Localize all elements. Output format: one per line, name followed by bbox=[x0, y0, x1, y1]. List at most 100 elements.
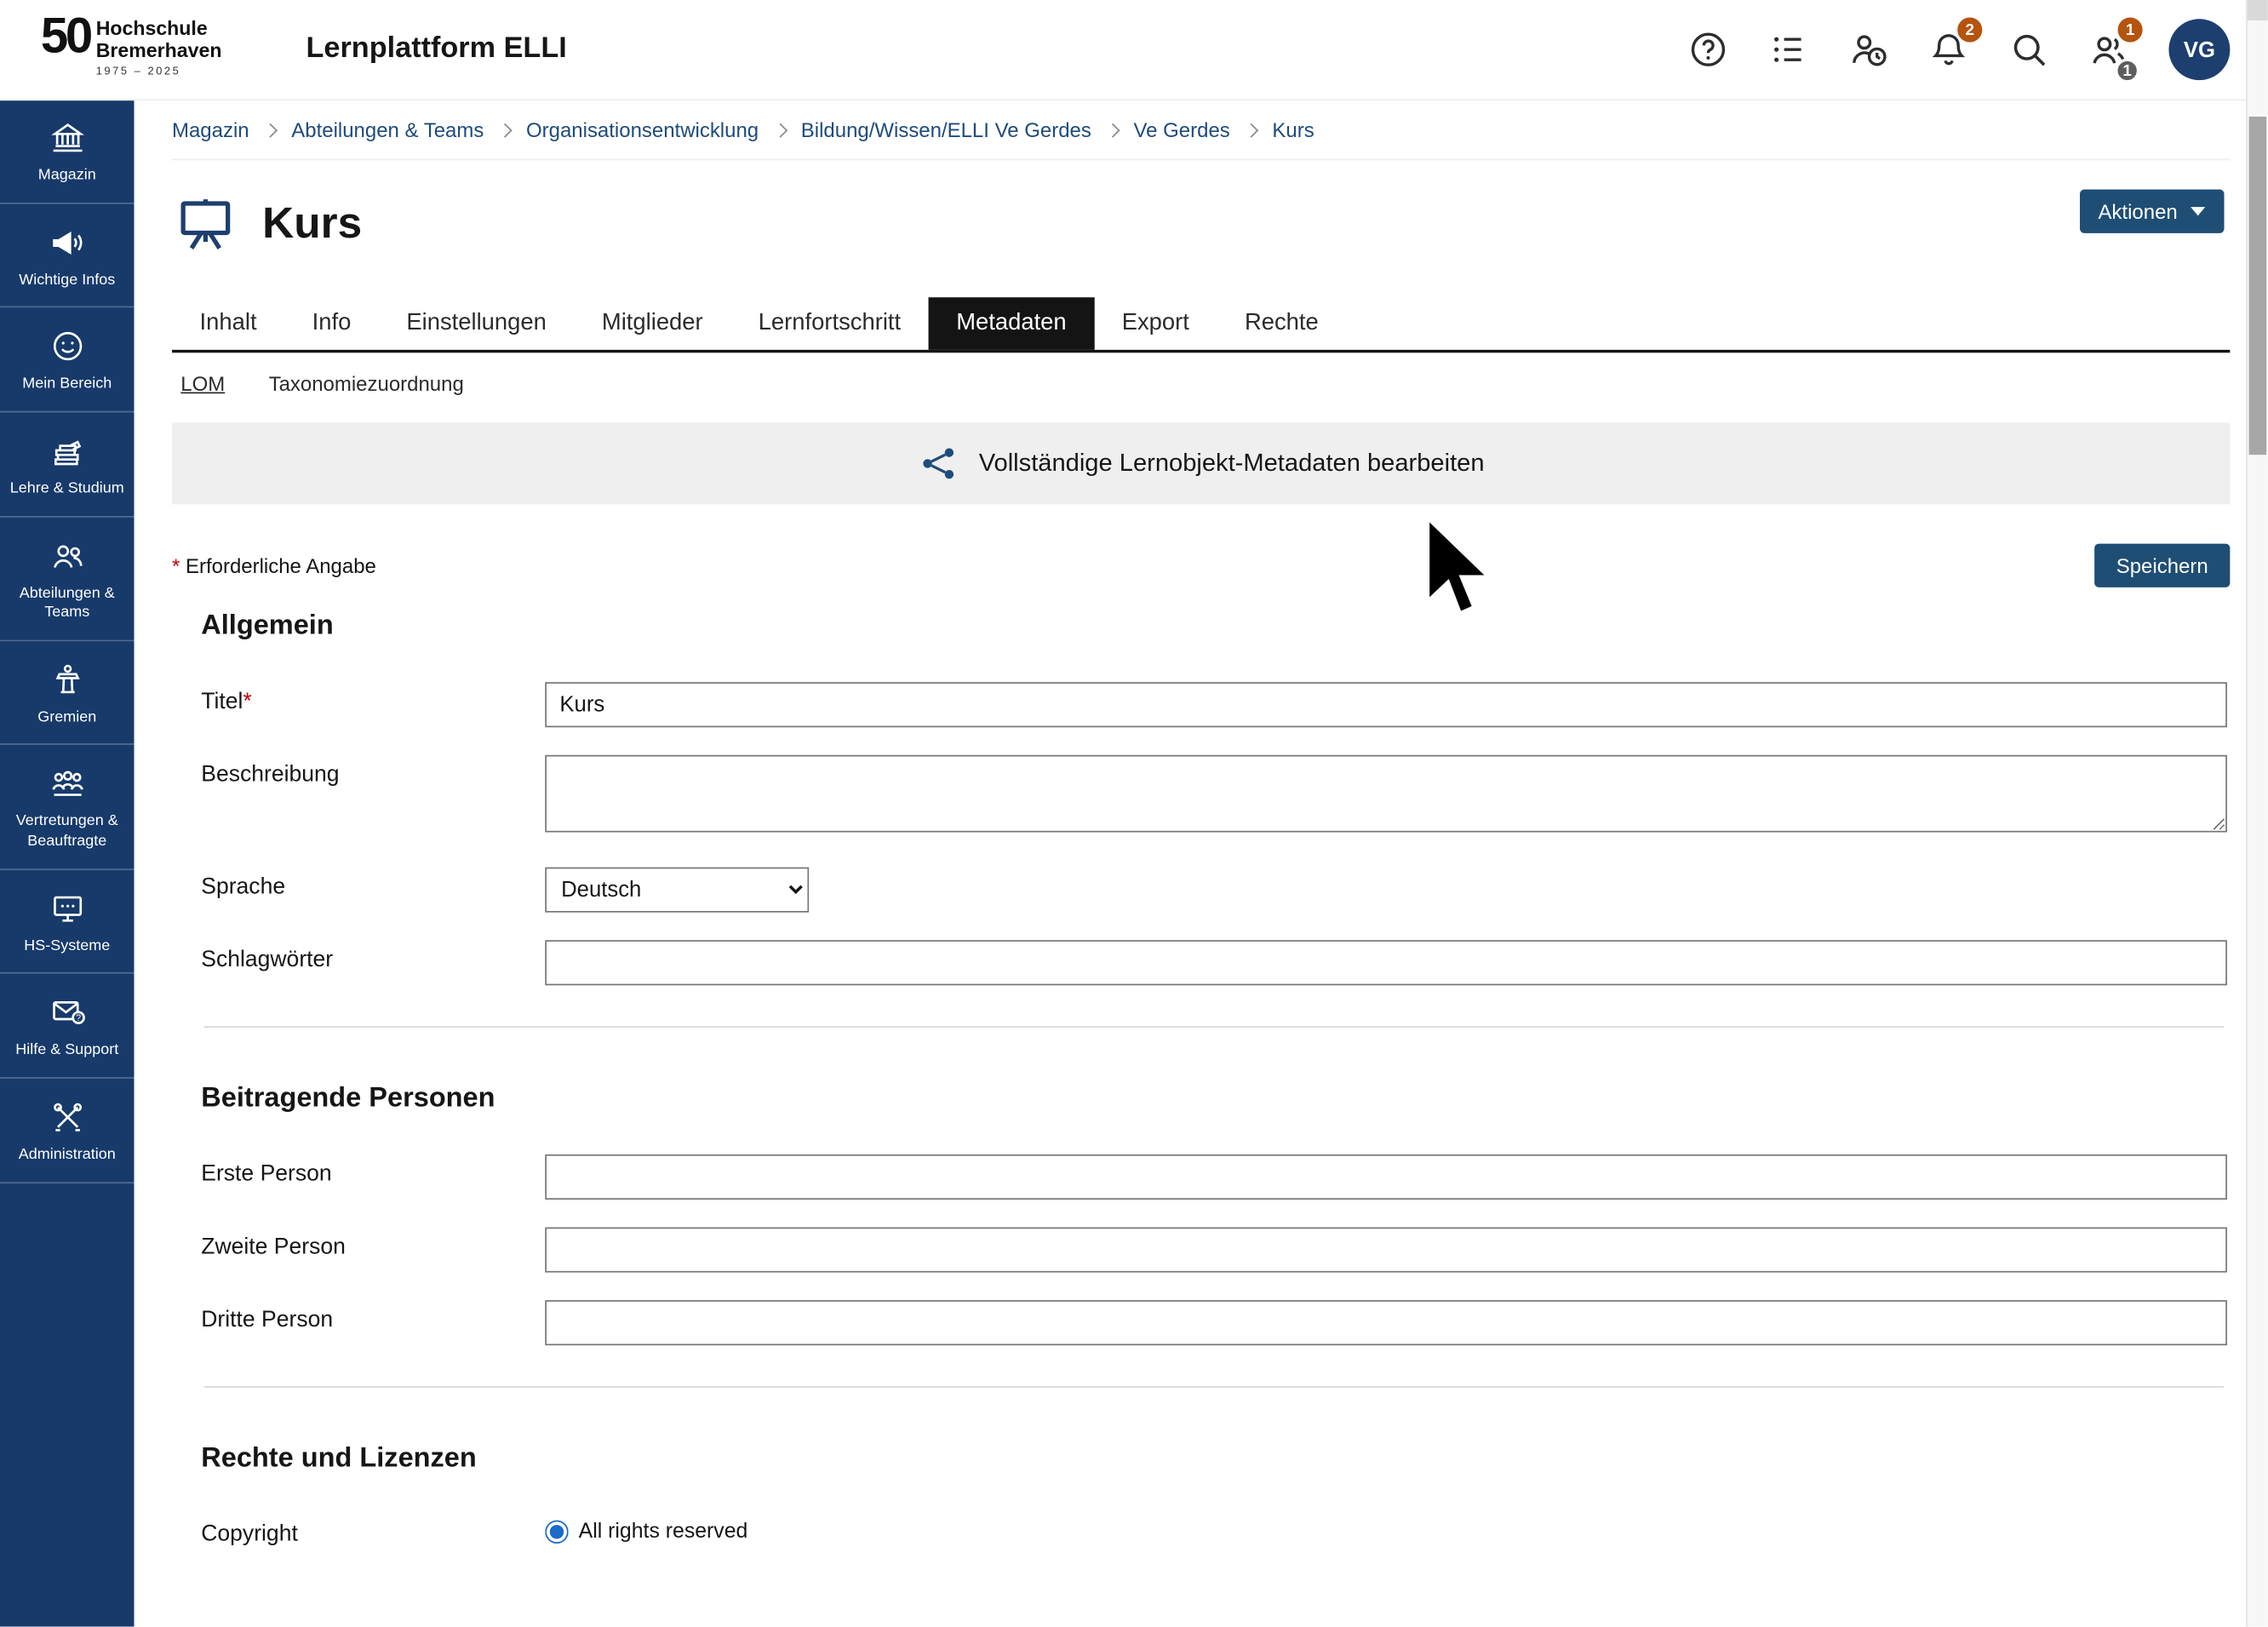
svg-text:?: ? bbox=[75, 1014, 80, 1024]
breadcrumb-link[interactable]: Ve Gerdes bbox=[1134, 117, 1230, 140]
people-icon bbox=[49, 537, 85, 574]
podium-icon bbox=[49, 662, 85, 698]
form-row-beschreibung: Beschreibung bbox=[201, 755, 2227, 839]
todo-list-icon[interactable] bbox=[1768, 29, 1809, 70]
chevron-right-icon bbox=[1244, 123, 1258, 137]
copyright-radio-row: All rights reserved bbox=[545, 1515, 2227, 1544]
tab-export[interactable]: Export bbox=[1094, 297, 1217, 350]
banner-label: Vollständige Lernobjekt-Metadaten bearbe… bbox=[979, 449, 1485, 478]
schlagwoerter-input[interactable] bbox=[545, 940, 2227, 985]
logo-name-line2: Bremerhaven bbox=[96, 39, 222, 61]
sidebar-item-abteilungen-teams[interactable]: Abteilungen & Teams bbox=[0, 517, 135, 641]
page-header: Kurs Aktionen bbox=[172, 190, 2230, 260]
sprache-select[interactable]: Deutsch bbox=[545, 868, 809, 913]
section-heading-rechte: Rechte und Lizenzen bbox=[201, 1443, 2227, 1475]
actions-button[interactable]: Aktionen bbox=[2079, 190, 2224, 233]
schlagwoerter-label: Schlagwörter bbox=[201, 940, 545, 973]
scrollbar-thumb[interactable] bbox=[2249, 117, 2267, 455]
form-row-schlagwoerter: Schlagwörter bbox=[201, 940, 2227, 985]
breadcrumb-link[interactable]: Kurs bbox=[1272, 117, 1314, 140]
tab-rechte[interactable]: Rechte bbox=[1217, 297, 1346, 350]
sidebar-item-label: HS-Systeme bbox=[24, 937, 110, 956]
tab-mitglieder[interactable]: Mitglieder bbox=[574, 297, 730, 350]
board-icon bbox=[172, 191, 239, 258]
titel-input[interactable] bbox=[545, 682, 2227, 727]
sidebar-item-gremien[interactable]: Gremien bbox=[0, 641, 135, 746]
subtab-lom[interactable]: LOM bbox=[180, 372, 225, 395]
section-heading-allgemein: Allgemein bbox=[201, 610, 2227, 643]
form-row-sprache: Sprache Deutsch bbox=[201, 868, 2227, 913]
form-row-copyright: Copyright All rights reserved bbox=[201, 1515, 2227, 1548]
sidebar-item-label: Abteilungen & Teams bbox=[6, 584, 129, 624]
sidebar-item-label: Lehre & Studium bbox=[10, 479, 124, 499]
page: 50 Hochschule Bremerhaven 1975 – 2025 Le… bbox=[0, 0, 2268, 1627]
erste-person-input[interactable] bbox=[545, 1154, 2227, 1200]
logo-50: 50 bbox=[41, 12, 90, 61]
contacts-icon[interactable]: 1 1 bbox=[2088, 29, 2129, 70]
tab-metadaten[interactable]: Metadaten bbox=[929, 297, 1094, 350]
top-icon-group: 2 1 1 VG bbox=[1687, 0, 2230, 99]
smiley-icon bbox=[49, 329, 85, 365]
form-row-zweite-person: Zweite Person bbox=[201, 1228, 2227, 1273]
chevron-down-icon bbox=[2191, 207, 2205, 215]
group-icon bbox=[49, 766, 85, 803]
tab-einstellungen[interactable]: Einstellungen bbox=[379, 297, 575, 350]
megaphone-icon bbox=[49, 224, 85, 261]
required-note: * Erforderliche Angabe bbox=[172, 554, 376, 577]
breadcrumb-link[interactable]: Magazin bbox=[172, 117, 249, 140]
dritte-person-label: Dritte Person bbox=[201, 1300, 545, 1333]
sidebar-item-label: Vertretungen & Beauftragte bbox=[6, 812, 129, 852]
beschreibung-label: Beschreibung bbox=[201, 755, 545, 788]
mail-help-icon: ? bbox=[49, 994, 85, 1031]
user-clock-icon[interactable] bbox=[1848, 29, 1889, 70]
erste-person-label: Erste Person bbox=[201, 1154, 545, 1188]
tab-info[interactable]: Info bbox=[284, 297, 379, 350]
breadcrumb-link[interactable]: Abteilungen & Teams bbox=[291, 117, 484, 140]
app-title: Lernplattform ELLI bbox=[306, 32, 567, 66]
university-logo[interactable]: 50 Hochschule Bremerhaven 1975 – 2025 bbox=[41, 12, 222, 77]
sidebar-item-magazin[interactable]: Magazin bbox=[0, 99, 135, 203]
dritte-person-input[interactable] bbox=[545, 1300, 2227, 1345]
form-row-titel: Titel* bbox=[201, 682, 2227, 727]
breadcrumb-link[interactable]: Organisationsentwicklung bbox=[526, 117, 759, 140]
breadcrumb-link[interactable]: Bildung/Wissen/ELLI Ve Gerdes bbox=[801, 117, 1091, 140]
sidebar-item-administration[interactable]: Administration bbox=[0, 1079, 135, 1183]
edit-full-metadata-banner[interactable]: Vollständige Lernobjekt-Metadaten bearbe… bbox=[172, 422, 2230, 504]
sidebar-item-vertretungen[interactable]: Vertretungen & Beauftragte bbox=[0, 746, 135, 870]
bell-icon[interactable]: 2 bbox=[1928, 29, 1969, 70]
copyright-option-label: All rights reserved bbox=[579, 1521, 748, 1544]
search-icon[interactable] bbox=[2008, 29, 2049, 70]
chevron-right-icon bbox=[498, 123, 513, 137]
sidebar-item-label: Mein Bereich bbox=[22, 375, 112, 394]
metadata-form: Allgemein Titel* Beschreibung Sprache bbox=[172, 610, 2230, 1548]
save-button[interactable]: Speichern bbox=[2094, 544, 2230, 587]
sidebar-item-mein-bereich[interactable]: Mein Bereich bbox=[0, 308, 135, 413]
beschreibung-textarea[interactable] bbox=[545, 755, 2227, 833]
sidebar-item-label: Wichtige Infos bbox=[19, 271, 115, 290]
tab-inhalt[interactable]: Inhalt bbox=[172, 297, 284, 350]
section-divider bbox=[204, 1026, 2225, 1028]
sidebar-item-label: Magazin bbox=[38, 166, 96, 186]
tab-lernfortschritt[interactable]: Lernfortschritt bbox=[730, 297, 929, 350]
chevron-right-icon bbox=[1105, 123, 1120, 137]
sidebar-item-wichtige-infos[interactable]: Wichtige Infos bbox=[0, 203, 135, 308]
bank-icon bbox=[49, 119, 85, 156]
help-icon[interactable] bbox=[1687, 29, 1728, 70]
logo-years: 1975 – 2025 bbox=[96, 65, 222, 77]
subtab-taxonomiezuordnung[interactable]: Taxonomiezuordnung bbox=[269, 372, 464, 395]
sidebar-item-lehre-studium[interactable]: Lehre & Studium bbox=[0, 412, 135, 517]
zweite-person-input[interactable] bbox=[545, 1228, 2227, 1273]
sidebar-item-hilfe-support[interactable]: ? Hilfe & Support bbox=[0, 974, 135, 1079]
top-bar: 50 Hochschule Bremerhaven 1975 – 2025 Le… bbox=[0, 0, 2268, 100]
copyright-radio-all-rights-reserved[interactable] bbox=[545, 1521, 568, 1544]
scrollbar-corner bbox=[2248, 0, 2268, 20]
section-divider bbox=[204, 1386, 2225, 1388]
form-row-dritte-person: Dritte Person bbox=[201, 1300, 2227, 1345]
zweite-person-label: Zweite Person bbox=[201, 1228, 545, 1261]
sprache-label: Sprache bbox=[201, 868, 545, 901]
main-sidebar: Magazin Wichtige Infos Mein Bereich bbox=[0, 99, 135, 1626]
tab-bar: Inhalt Info Einstellungen Mitglieder Ler… bbox=[172, 297, 2230, 352]
avatar[interactable]: VG bbox=[2168, 19, 2230, 80]
sidebar-item-hs-systeme[interactable]: HS-Systeme bbox=[0, 870, 135, 975]
subtab-bar: LOM Taxonomiezuordnung bbox=[172, 352, 2230, 410]
